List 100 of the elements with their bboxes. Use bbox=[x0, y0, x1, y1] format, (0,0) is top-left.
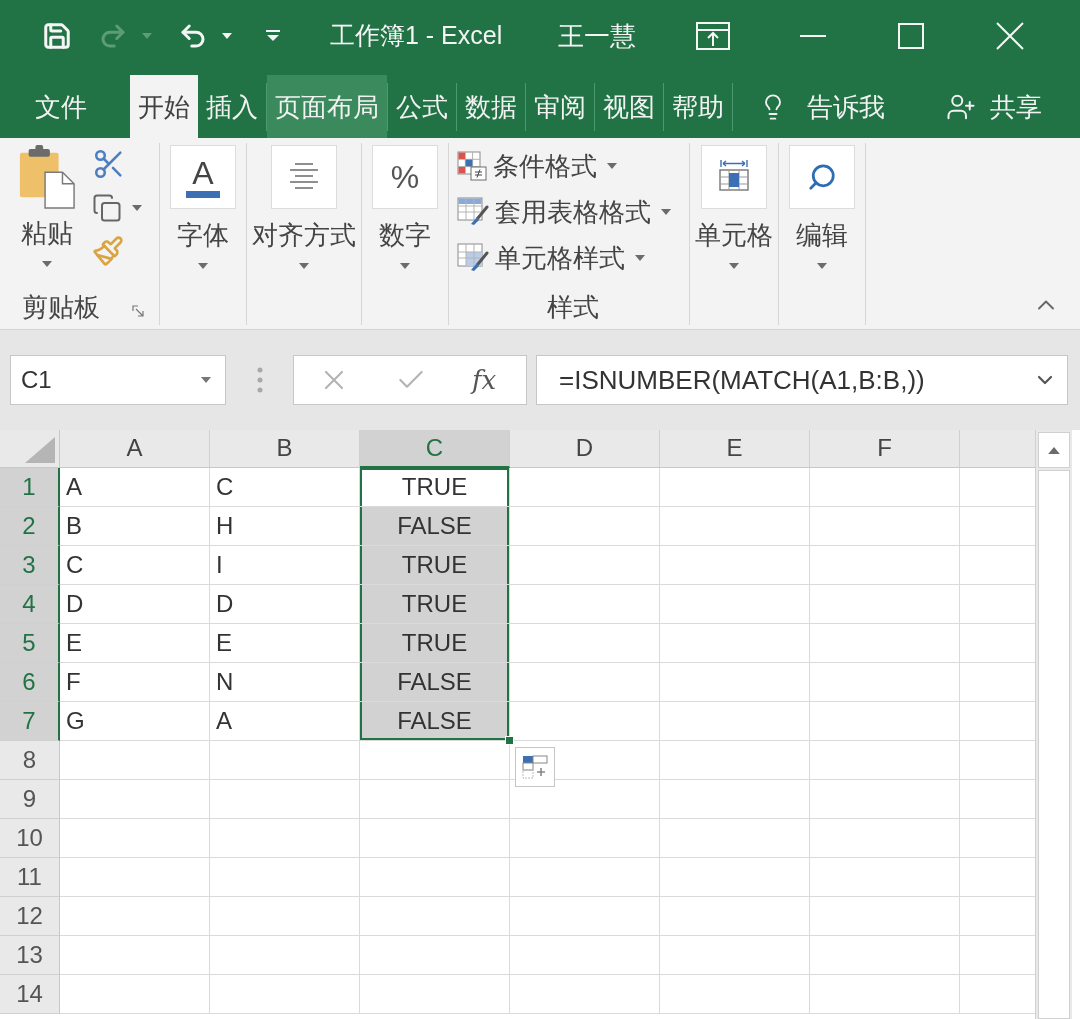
table-cell[interactable]: N bbox=[210, 663, 360, 702]
table-cell[interactable] bbox=[660, 975, 810, 1014]
table-cell[interactable] bbox=[510, 468, 660, 507]
quick-analysis-button[interactable] bbox=[515, 747, 555, 787]
table-cell[interactable] bbox=[210, 936, 360, 975]
table-cell[interactable] bbox=[810, 546, 960, 585]
table-cell[interactable]: E bbox=[60, 624, 210, 663]
customize-menu-icon[interactable] bbox=[266, 30, 280, 42]
table-cell[interactable] bbox=[510, 624, 660, 663]
table-cell[interactable] bbox=[510, 585, 660, 624]
minimize-icon[interactable] bbox=[800, 35, 827, 37]
name-box[interactable]: C1 bbox=[10, 355, 226, 405]
caret-icon[interactable] bbox=[222, 33, 232, 39]
ribbon-tab[interactable]: 开始 bbox=[130, 75, 198, 138]
vertical-scrollbar[interactable] bbox=[1035, 430, 1072, 1019]
table-cell[interactable]: C bbox=[210, 468, 360, 507]
dialog-launcher-icon[interactable] bbox=[132, 305, 144, 317]
table-cell[interactable]: TRUE bbox=[360, 546, 510, 585]
row-header[interactable]: 14 bbox=[0, 975, 60, 1014]
table-cell[interactable] bbox=[60, 858, 210, 897]
format-painter-icon[interactable] bbox=[92, 235, 124, 267]
table-cell[interactable] bbox=[210, 975, 360, 1014]
ribbon-tab[interactable]: 数据 bbox=[457, 75, 525, 138]
row-header[interactable]: 9 bbox=[0, 780, 60, 819]
alignment-button[interactable]: 对齐方式 bbox=[252, 143, 356, 269]
row-header[interactable]: 1 bbox=[0, 468, 60, 507]
table-cell[interactable] bbox=[660, 468, 810, 507]
scrollbar-thumb[interactable] bbox=[1038, 470, 1070, 1019]
table-cell[interactable] bbox=[510, 663, 660, 702]
table-cell[interactable] bbox=[510, 975, 660, 1014]
row-header[interactable]: 3 bbox=[0, 546, 60, 585]
row-header[interactable]: 10 bbox=[0, 819, 60, 858]
table-cell[interactable]: TRUE bbox=[360, 585, 510, 624]
table-cell[interactable]: B bbox=[60, 507, 210, 546]
ribbon-tab[interactable]: 页面布局 bbox=[267, 75, 387, 138]
row-header[interactable]: 8 bbox=[0, 741, 60, 780]
share-button[interactable]: 共享 bbox=[946, 87, 1042, 127]
table-cell[interactable] bbox=[210, 858, 360, 897]
row-header[interactable]: 7 bbox=[0, 702, 60, 741]
table-cell[interactable] bbox=[810, 819, 960, 858]
table-cell[interactable] bbox=[210, 897, 360, 936]
caret-icon[interactable] bbox=[132, 205, 142, 211]
table-cell[interactable] bbox=[810, 858, 960, 897]
table-cell[interactable] bbox=[60, 741, 210, 780]
table-cell[interactable] bbox=[60, 819, 210, 858]
table-cell[interactable] bbox=[360, 975, 510, 1014]
table-cell[interactable] bbox=[660, 936, 810, 975]
table-cell[interactable] bbox=[510, 780, 660, 819]
save-icon[interactable] bbox=[42, 21, 72, 51]
table-cell[interactable] bbox=[60, 780, 210, 819]
table-cell[interactable]: I bbox=[210, 546, 360, 585]
table-cell[interactable] bbox=[810, 975, 960, 1014]
table-cell[interactable]: FALSE bbox=[360, 702, 510, 741]
table-cell[interactable] bbox=[510, 819, 660, 858]
table-cell[interactable] bbox=[210, 819, 360, 858]
table-cell[interactable] bbox=[660, 663, 810, 702]
table-cell[interactable] bbox=[810, 468, 960, 507]
table-cell[interactable] bbox=[60, 897, 210, 936]
table-cell[interactable]: A bbox=[210, 702, 360, 741]
ribbon-tab[interactable]: 插入 bbox=[198, 75, 266, 138]
close-icon[interactable] bbox=[996, 22, 1025, 50]
fill-handle[interactable] bbox=[505, 736, 514, 745]
formula-input[interactable]: =ISNUMBER(MATCH(A1,B:B,)) bbox=[536, 355, 1068, 405]
table-cell[interactable]: FALSE bbox=[360, 663, 510, 702]
table-cell[interactable]: D bbox=[210, 585, 360, 624]
cells-button[interactable]: 单元格 bbox=[695, 143, 773, 269]
table-cell[interactable] bbox=[360, 897, 510, 936]
ribbon-tab[interactable]: 审阅 bbox=[526, 75, 594, 138]
table-cell[interactable] bbox=[660, 780, 810, 819]
table-cell[interactable] bbox=[810, 897, 960, 936]
row-header[interactable]: 11 bbox=[0, 858, 60, 897]
maximize-icon[interactable] bbox=[898, 23, 925, 49]
table-cell[interactable] bbox=[60, 975, 210, 1014]
column-header[interactable]: C bbox=[360, 430, 510, 468]
row-header[interactable]: 6 bbox=[0, 663, 60, 702]
table-cell[interactable] bbox=[660, 819, 810, 858]
ribbon-tab[interactable]: 视图 bbox=[595, 75, 663, 138]
table-cell[interactable]: E bbox=[210, 624, 360, 663]
row-header[interactable]: 2 bbox=[0, 507, 60, 546]
table-cell[interactable] bbox=[510, 858, 660, 897]
row-header[interactable]: 13 bbox=[0, 936, 60, 975]
row-header[interactable]: 12 bbox=[0, 897, 60, 936]
row-header[interactable]: 4 bbox=[0, 585, 60, 624]
select-all-triangle-icon[interactable] bbox=[25, 437, 55, 463]
table-cell[interactable] bbox=[810, 624, 960, 663]
table-cell[interactable] bbox=[810, 507, 960, 546]
table-cell[interactable] bbox=[360, 858, 510, 897]
table-cell[interactable]: D bbox=[60, 585, 210, 624]
table-cell[interactable] bbox=[660, 897, 810, 936]
table-cell[interactable] bbox=[810, 936, 960, 975]
table-cell[interactable]: TRUE bbox=[360, 468, 510, 507]
table-cell[interactable] bbox=[360, 780, 510, 819]
table-cell[interactable] bbox=[510, 897, 660, 936]
table-cell[interactable]: TRUE bbox=[360, 624, 510, 663]
copy-icon[interactable] bbox=[92, 193, 122, 223]
table-cell[interactable] bbox=[60, 936, 210, 975]
table-cell[interactable]: F bbox=[60, 663, 210, 702]
table-cell[interactable]: H bbox=[210, 507, 360, 546]
table-cell[interactable] bbox=[210, 741, 360, 780]
table-cell[interactable] bbox=[660, 624, 810, 663]
